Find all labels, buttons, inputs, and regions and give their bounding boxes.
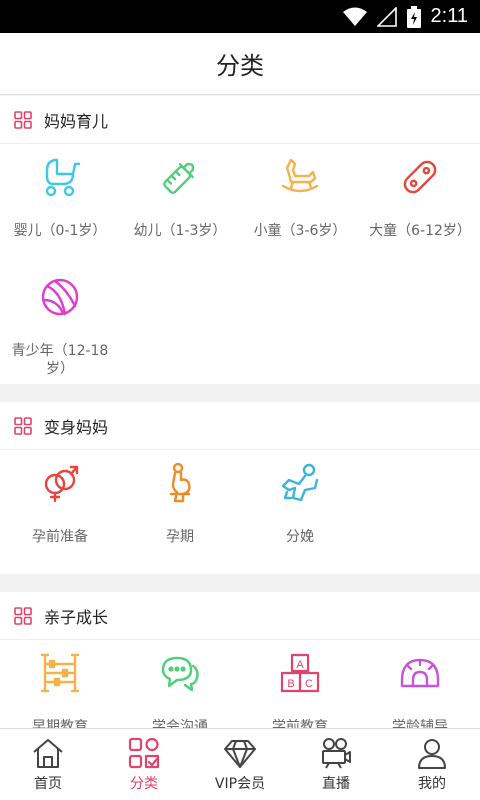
section-title: 妈妈育儿 bbox=[44, 111, 109, 131]
baby-bottle-icon bbox=[163, 162, 195, 194]
section-header: 妈妈育儿 bbox=[0, 96, 480, 144]
category-delivery[interactable]: 分娩 bbox=[240, 452, 360, 562]
category-pre-pregnancy[interactable]: 孕前准备 bbox=[0, 452, 120, 562]
category-preschool[interactable]: A B C 学前教育 bbox=[240, 642, 360, 728]
section-title: 变身妈妈 bbox=[44, 417, 109, 437]
pregnant-icon bbox=[169, 462, 191, 503]
status-icons: 2:11 bbox=[342, 5, 468, 28]
delivery-icon bbox=[281, 463, 319, 502]
category-label: 婴儿（0-1岁） bbox=[13, 223, 107, 239]
category-label: 学会沟通 bbox=[152, 719, 208, 728]
tab-label: 直播 bbox=[322, 776, 350, 792]
battery-icon bbox=[406, 5, 421, 28]
abacus-icon bbox=[40, 653, 80, 693]
category-icon bbox=[128, 737, 160, 769]
section-title: 亲子成长 bbox=[44, 607, 109, 627]
wifi-icon bbox=[342, 7, 367, 26]
grid-icon bbox=[14, 110, 32, 129]
abc-blocks-icon: A B C bbox=[280, 653, 320, 693]
category-big-child[interactable]: 大童（6-12岁） bbox=[360, 146, 480, 256]
category-toddler[interactable]: 幼儿（1-3岁） bbox=[120, 146, 240, 256]
grid-icon bbox=[14, 416, 32, 435]
user-icon bbox=[418, 739, 446, 769]
tab-live[interactable]: 直播 bbox=[288, 729, 384, 800]
chat-icon bbox=[161, 656, 199, 692]
tab-home[interactable]: 首页 bbox=[0, 729, 96, 800]
section-parenting: 妈妈育儿 婴儿（0-1岁） 幼儿（1-3岁） 小童（3-6岁） 大童（6-12岁… bbox=[0, 96, 480, 384]
category-infant[interactable]: 婴儿（0-1岁） bbox=[0, 146, 120, 256]
category-label: 幼儿（1-3岁） bbox=[133, 223, 227, 239]
category-label: 青少年（12-18 岁） bbox=[0, 342, 120, 378]
category-label-line2: 岁） bbox=[46, 361, 74, 377]
skateboard-icon bbox=[403, 160, 437, 194]
section-parent-child-growth: 亲子成长 早期教育 学会沟通 A B C 学前教育 学龄辅导 bbox=[0, 592, 480, 728]
section-header: 变身妈妈 bbox=[0, 402, 480, 450]
category-label: 孕期 bbox=[166, 529, 194, 545]
stroller-icon bbox=[45, 158, 81, 197]
page-title: 分类 bbox=[216, 52, 264, 80]
tab-category[interactable]: 分类 bbox=[96, 729, 192, 800]
category-label: 早期教育 bbox=[32, 719, 88, 728]
category-list[interactable]: 妈妈育儿 婴儿（0-1岁） 幼儿（1-3岁） 小童（3-6岁） 大童（6-12岁… bbox=[0, 96, 480, 728]
bottom-tab-bar: 首页 分类 VIP会员 直播 我的 bbox=[0, 728, 480, 800]
rocking-horse-icon bbox=[281, 158, 319, 193]
svg-text:C: C bbox=[305, 678, 313, 690]
category-communication[interactable]: 学会沟通 bbox=[120, 642, 240, 728]
ball-icon bbox=[41, 278, 79, 316]
tab-label: 首页 bbox=[34, 776, 62, 792]
protractor-icon bbox=[400, 658, 440, 688]
tab-vip[interactable]: VIP会员 bbox=[192, 729, 288, 800]
tab-label: 我的 bbox=[418, 776, 446, 792]
svg-text:B: B bbox=[287, 678, 294, 690]
category-label: 学龄辅导 bbox=[392, 719, 448, 728]
category-label: 孕前准备 bbox=[32, 529, 88, 545]
category-label-line1: 青少年（12-18 bbox=[11, 343, 109, 359]
category-child[interactable]: 小童（3-6岁） bbox=[240, 146, 360, 256]
video-camera-icon bbox=[322, 738, 351, 769]
page-header: 分类 bbox=[0, 33, 480, 95]
category-label: 小童（3-6岁） bbox=[253, 223, 347, 239]
diamond-icon bbox=[224, 740, 256, 768]
category-pregnancy[interactable]: 孕期 bbox=[120, 452, 240, 562]
gender-icon bbox=[44, 465, 79, 503]
grid-icon bbox=[14, 606, 32, 625]
category-label: 学前教育 bbox=[272, 719, 328, 728]
status-time: 2:11 bbox=[430, 5, 468, 27]
category-label: 大童（6-12岁） bbox=[369, 223, 471, 239]
category-tutoring[interactable]: 学龄辅导 bbox=[360, 642, 480, 728]
category-early-education[interactable]: 早期教育 bbox=[0, 642, 120, 728]
tab-mine[interactable]: 我的 bbox=[384, 729, 480, 800]
category-teen[interactable]: 青少年（12-18 岁） bbox=[0, 266, 120, 378]
category-label: 分娩 bbox=[286, 529, 314, 545]
status-bar: 2:11 bbox=[0, 0, 480, 33]
tab-label: 分类 bbox=[130, 776, 158, 792]
svg-text:A: A bbox=[296, 659, 304, 671]
signal-icon bbox=[376, 6, 397, 27]
section-header: 亲子成长 bbox=[0, 592, 480, 640]
section-becoming-mom: 变身妈妈 孕前准备 孕期 分娩 bbox=[0, 402, 480, 574]
home-icon bbox=[33, 739, 63, 768]
tab-label: VIP会员 bbox=[214, 776, 266, 792]
